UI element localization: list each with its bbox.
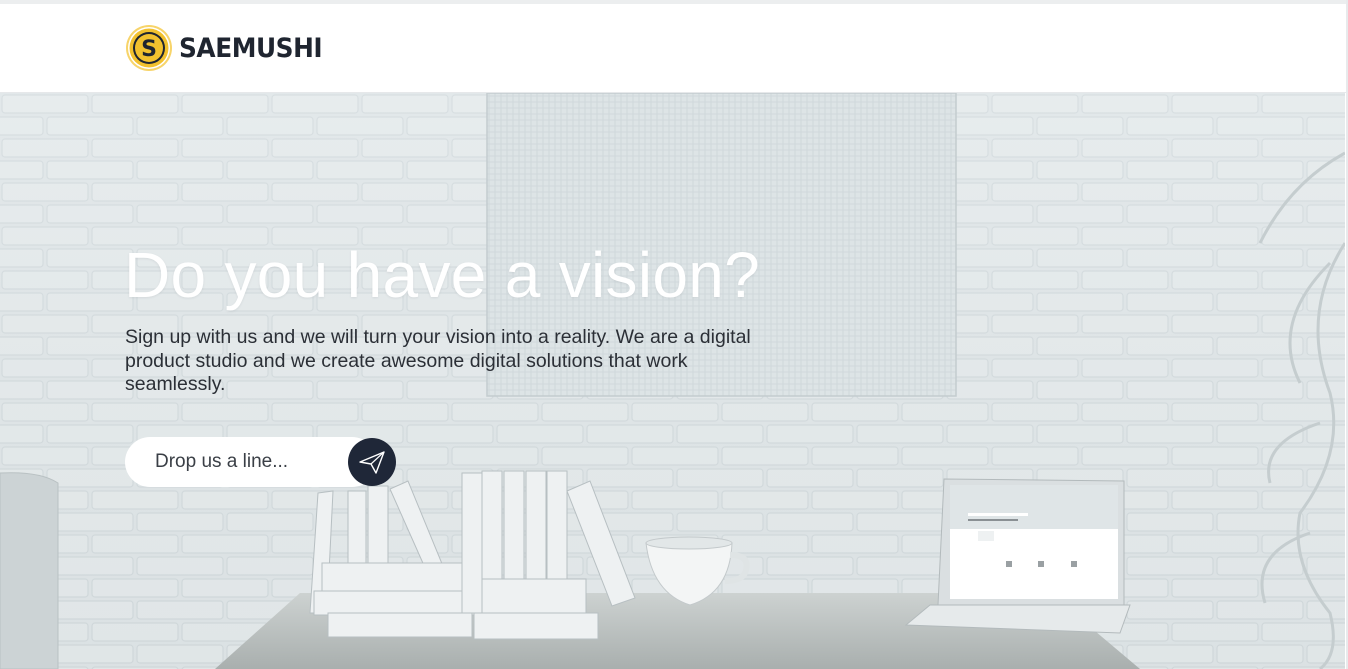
site-header: S SAEMUSHI <box>0 4 1346 93</box>
brand-name: SAEMUSHI <box>179 32 323 64</box>
send-button[interactable] <box>348 438 396 486</box>
message-input[interactable] <box>125 437 377 487</box>
contact-form <box>125 437 396 487</box>
hero-section: Do you have a vision? Sign up with us an… <box>0 93 1345 669</box>
paper-plane-icon <box>359 451 385 474</box>
saemushi-logo-icon: S <box>126 25 172 71</box>
hero-subtitle: Sign up with us and we will turn your vi… <box>125 326 751 395</box>
brand-logo-link[interactable]: S SAEMUSHI <box>125 24 335 72</box>
logo-letter: S <box>141 37 157 62</box>
hero-title: Do you have a vision? <box>124 239 761 311</box>
